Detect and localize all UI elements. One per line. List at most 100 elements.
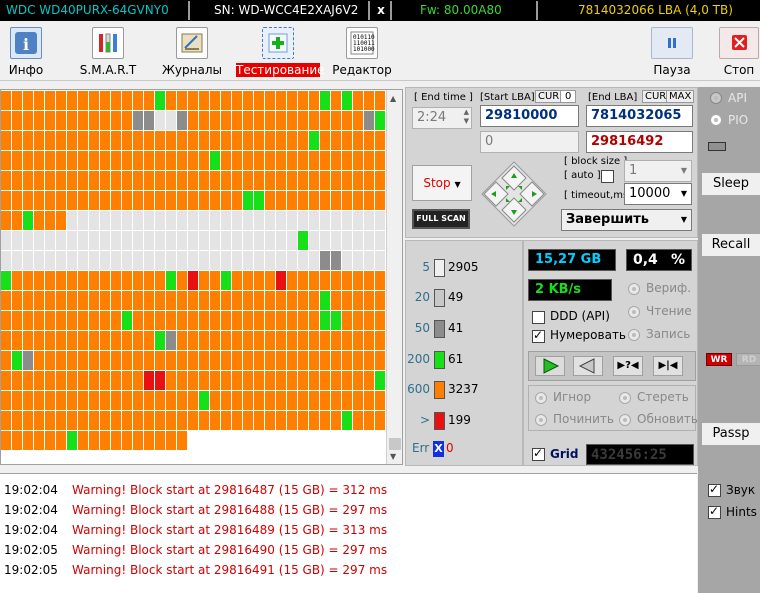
scan-block	[12, 231, 22, 250]
scan-block	[166, 271, 176, 290]
scroll-down-icon[interactable]: ▼	[390, 452, 396, 461]
verify-radio[interactable]	[628, 283, 640, 295]
write-radio[interactable]	[628, 329, 640, 341]
block-size-select[interactable]: 1 ▼	[624, 160, 692, 182]
scan-block	[166, 251, 176, 270]
scan-block	[232, 171, 242, 190]
err-count: 0	[446, 441, 454, 455]
scan-block	[298, 231, 308, 250]
scan-block	[199, 291, 209, 310]
auto-checkbox[interactable]	[601, 170, 614, 183]
info-button[interactable]: i Инфо	[0, 21, 52, 79]
editor-button[interactable]: 010110 110011 101000 Редактор	[332, 21, 392, 79]
scan-block	[23, 291, 33, 310]
scan-block	[353, 231, 363, 250]
scan-block	[276, 331, 286, 350]
butterfly-button[interactable]: ▶|◀	[653, 356, 683, 376]
event-log[interactable]: 19:02:04 Warning! Block start at 29816487…	[0, 473, 697, 593]
sound-checkbox[interactable]	[708, 482, 721, 497]
scan-block	[287, 111, 297, 130]
timeout-select[interactable]: 10000 ▼	[624, 183, 692, 205]
scan-block	[276, 311, 286, 330]
repair-options: Игнор Стереть Починить Обновить	[528, 385, 698, 431]
scan-block	[188, 271, 198, 290]
block-map: ▲ ▼	[0, 89, 403, 465]
scan-block	[188, 131, 198, 150]
scan-block	[232, 211, 242, 230]
scan-block	[1, 151, 11, 170]
scan-block	[342, 391, 352, 410]
scan-block	[1, 391, 11, 410]
end-lba-input[interactable]: 7814032065	[586, 105, 693, 127]
sleep-button[interactable]: Sleep	[702, 173, 760, 195]
max-button[interactable]: MAX	[666, 90, 695, 103]
stop-button[interactable]: Стоп	[718, 21, 760, 79]
scan-block	[89, 331, 99, 350]
scan-block	[188, 191, 198, 210]
ignore-radio[interactable]	[535, 392, 547, 404]
scan-block	[188, 111, 198, 130]
scan-block	[232, 231, 242, 250]
scan-block	[254, 271, 264, 290]
pio-radio[interactable]	[710, 114, 722, 126]
testing-button[interactable]: Тестирование	[234, 21, 325, 79]
repair-radio[interactable]	[535, 414, 547, 426]
scan-block	[298, 151, 308, 170]
scan-block	[309, 291, 319, 310]
scroll-thumb[interactable]	[389, 438, 401, 450]
stop-dropdown-button[interactable]: Stop ▼	[412, 165, 472, 201]
scan-block	[23, 91, 33, 110]
end-time-spinner-icon[interactable]: ▲ ▼	[464, 108, 469, 126]
numerate-checkbox[interactable]	[532, 328, 545, 343]
scan-block	[298, 111, 308, 130]
main-toolbar: i Инфо S.M.A.R.T Журналы Тестирование 01…	[0, 21, 760, 81]
scan-block	[12, 151, 22, 170]
passport-button[interactable]: Passp	[702, 423, 760, 445]
close-icon[interactable]: x	[374, 0, 388, 21]
scan-block	[188, 391, 198, 410]
start-lba-input[interactable]: 29810000	[480, 105, 579, 127]
scan-block	[309, 271, 319, 290]
scan-block	[34, 191, 44, 210]
scan-block	[12, 271, 22, 290]
scan-block	[232, 131, 242, 150]
refresh-radio[interactable]	[619, 414, 631, 426]
full-scan-button[interactable]: FULL SCAN	[412, 209, 470, 229]
info-label: Инфо	[8, 63, 44, 77]
log-timestamp: 19:02:04	[4, 483, 58, 497]
finish-action-select[interactable]: Завершить ▼	[561, 209, 692, 231]
scan-block	[89, 311, 99, 330]
smart-button[interactable]: S.M.A.R.T	[76, 21, 140, 79]
scan-block	[188, 171, 198, 190]
scan-block	[34, 171, 44, 190]
scan-block	[320, 231, 330, 250]
scan-block	[309, 151, 319, 170]
reverse-button[interactable]	[573, 356, 603, 376]
scan-block	[1, 431, 11, 450]
grid-checkbox[interactable]	[532, 446, 545, 461]
scan-block	[89, 111, 99, 130]
direction-pad[interactable]	[480, 160, 548, 228]
scan-block	[23, 371, 33, 390]
scan-block	[23, 411, 33, 430]
scroll-up-icon[interactable]: ▲	[390, 94, 396, 103]
journals-button[interactable]: Журналы	[160, 21, 224, 79]
ddd-checkbox[interactable]	[532, 311, 545, 324]
scan-block	[210, 251, 220, 270]
scan-block	[12, 391, 22, 410]
hints-checkbox[interactable]	[708, 504, 721, 519]
api-radio[interactable]	[710, 92, 722, 104]
play-button[interactable]	[535, 356, 565, 376]
read-radio[interactable]	[628, 306, 640, 318]
erase-radio[interactable]	[619, 392, 631, 404]
end-time-input[interactable]: 2:24 ▲ ▼	[412, 107, 472, 129]
random-button[interactable]: ▶?◀	[613, 356, 643, 376]
cur-button[interactable]: CUR	[535, 90, 563, 103]
scan-block	[45, 131, 55, 150]
pause-button[interactable]: Пауза	[646, 21, 698, 79]
vertical-scrollbar[interactable]: ▲ ▼	[386, 90, 402, 464]
erase-label: Стереть	[637, 390, 689, 404]
scan-block	[12, 111, 22, 130]
recall-button[interactable]: Recall	[702, 234, 760, 256]
scan-block	[232, 371, 242, 390]
